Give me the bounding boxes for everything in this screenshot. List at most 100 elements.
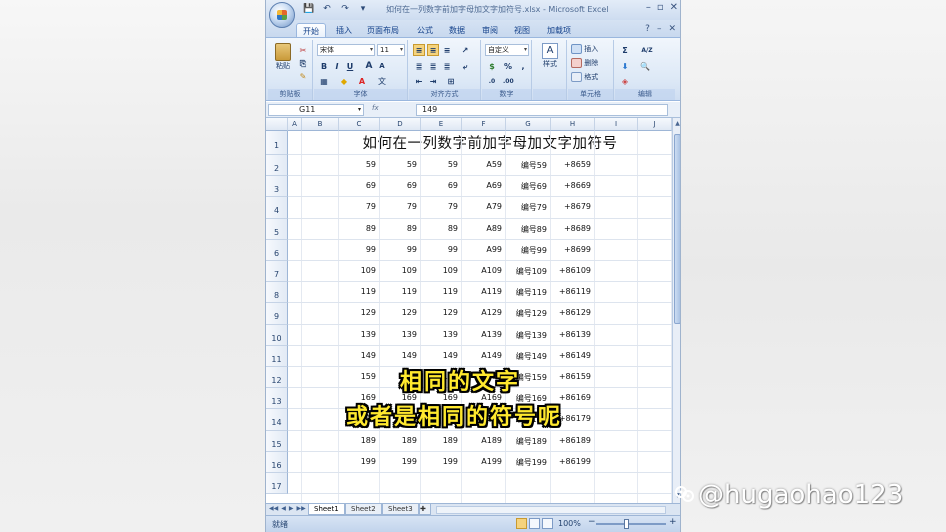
cell-f8[interactable]: A119 <box>462 287 502 296</box>
autosum-icon[interactable]: Σ <box>619 44 631 56</box>
cut-icon[interactable]: ✂ <box>297 44 309 56</box>
row-header-15[interactable]: 15 <box>266 430 288 452</box>
cell-e9[interactable]: 129 <box>421 308 458 317</box>
cell-g9[interactable]: 编号129 <box>506 308 547 319</box>
prev-sheet-icon[interactable]: ◀ <box>281 505 286 512</box>
tab-view[interactable]: 视图 <box>508 23 536 38</box>
comma-style-icon[interactable]: , <box>517 60 529 72</box>
cell-c7[interactable]: 109 <box>339 266 376 275</box>
cell-c3[interactable]: 69 <box>339 181 376 190</box>
grow-font-button[interactable]: A <box>363 60 375 72</box>
cell-h4[interactable]: +8679 <box>551 202 591 211</box>
format-painter-icon[interactable]: ✎ <box>297 70 309 82</box>
insert-cells-button[interactable]: 插入 <box>571 44 598 54</box>
cell-c6[interactable]: 99 <box>339 245 376 254</box>
row-header-2[interactable]: 2 <box>266 155 288 177</box>
cell-d6[interactable]: 99 <box>380 245 417 254</box>
help-icon[interactable]: ? <box>645 24 650 34</box>
cell-c15[interactable]: 189 <box>339 436 376 445</box>
cell-d9[interactable]: 129 <box>380 308 417 317</box>
redo-icon[interactable]: ↷ <box>338 3 352 16</box>
normal-view-icon[interactable] <box>516 518 527 529</box>
sheet-tab-3[interactable]: Sheet3 <box>382 504 419 515</box>
tab-formulas[interactable]: 公式 <box>411 23 439 38</box>
minimize-button[interactable]: – <box>646 2 651 13</box>
cell-h11[interactable]: +86149 <box>551 351 591 360</box>
column-header-f[interactable]: F <box>462 118 506 131</box>
save-icon[interactable]: 💾 <box>302 3 316 16</box>
row-header-3[interactable]: 3 <box>266 176 288 198</box>
cell-c9[interactable]: 129 <box>339 308 376 317</box>
column-header-i[interactable]: I <box>595 118 638 131</box>
row-header-5[interactable]: 5 <box>266 218 288 240</box>
cell-h5[interactable]: +8689 <box>551 224 591 233</box>
cell-d10[interactable]: 139 <box>380 330 417 339</box>
row-header-11[interactable]: 11 <box>266 345 288 367</box>
cell-h8[interactable]: +86119 <box>551 287 591 296</box>
cell-h7[interactable]: +86109 <box>551 266 591 275</box>
shrink-font-button[interactable]: A <box>376 60 388 72</box>
cell-g11[interactable]: 编号149 <box>506 351 547 362</box>
delete-cells-button[interactable]: 删除 <box>571 58 598 68</box>
font-color-icon[interactable]: A <box>356 75 368 87</box>
orientation-icon[interactable]: ↗ <box>459 44 471 56</box>
find-select-icon[interactable]: 🔍 <box>639 60 651 72</box>
cell-h16[interactable]: +86199 <box>551 457 591 466</box>
name-box[interactable]: G11 ▾ <box>268 104 364 116</box>
worksheet-grid[interactable]: 如何在一列数字前加字母加文字加符号 A B C D E F G H I J 1 2 3 4 5 6 7 8 9 10 1… <box>266 118 672 503</box>
row-header-6[interactable]: 6 <box>266 239 288 261</box>
row-header-9[interactable]: 9 <box>266 303 288 325</box>
number-format-select[interactable]: 自定义 ▾ <box>485 44 529 56</box>
page-layout-view-icon[interactable] <box>529 518 540 529</box>
cell-d7[interactable]: 109 <box>380 266 417 275</box>
row-header-7[interactable]: 7 <box>266 261 288 283</box>
cell-e10[interactable]: 139 <box>421 330 458 339</box>
cell-f16[interactable]: A199 <box>462 457 502 466</box>
cell-d8[interactable]: 119 <box>380 287 417 296</box>
insert-sheet-icon[interactable]: ✚ <box>419 504 431 515</box>
tab-review[interactable]: 审阅 <box>476 23 504 38</box>
cell-g3[interactable]: 编号69 <box>506 181 547 192</box>
next-sheet-icon[interactable]: ▶ <box>289 505 294 512</box>
cell-f6[interactable]: A99 <box>462 245 502 254</box>
clear-icon[interactable]: ◈ <box>619 75 631 87</box>
tab-addins[interactable]: 加载项 <box>541 23 577 38</box>
tab-data[interactable]: 数据 <box>443 23 471 38</box>
cell-e4[interactable]: 79 <box>421 202 458 211</box>
formula-input[interactable]: 149 <box>416 104 668 116</box>
row-header-1[interactable]: 1 <box>266 131 288 155</box>
cell-d4[interactable]: 79 <box>380 202 417 211</box>
cell-g7[interactable]: 编号109 <box>506 266 547 277</box>
ribbon-minimize-icon[interactable]: – <box>657 24 662 34</box>
tab-page-layout[interactable]: 页面布局 <box>361 23 405 38</box>
fill-color-icon[interactable]: ◆ <box>338 75 350 87</box>
undo-icon[interactable]: ↶ <box>320 3 334 16</box>
scroll-up-icon[interactable]: ▲ <box>673 120 680 129</box>
zoom-in-icon[interactable]: + <box>669 517 677 527</box>
fill-icon[interactable]: ⬇ <box>619 60 631 72</box>
font-name-select[interactable]: 宋体 ▾ <box>317 44 375 56</box>
select-all-corner[interactable] <box>266 118 288 131</box>
row-header-17[interactable]: 17 <box>266 473 288 495</box>
cell-c8[interactable]: 119 <box>339 287 376 296</box>
column-header-a[interactable]: A <box>288 118 302 131</box>
cell-h2[interactable]: +8659 <box>551 160 591 169</box>
row-header-16[interactable]: 16 <box>266 451 288 473</box>
cell-h15[interactable]: +86189 <box>551 436 591 445</box>
currency-icon[interactable]: $ <box>486 60 498 72</box>
cell-d15[interactable]: 189 <box>380 436 417 445</box>
merge-center-icon[interactable]: ⊞ <box>445 75 457 87</box>
align-bottom-icon[interactable]: ≡ <box>441 44 453 56</box>
font-size-select[interactable]: 11 ▾ <box>377 44 405 56</box>
underline-button[interactable]: U <box>344 60 356 72</box>
align-right-icon[interactable]: ≣ <box>441 60 453 72</box>
align-center-icon[interactable]: ≣ <box>427 60 439 72</box>
cell-g15[interactable]: 编号189 <box>506 436 547 447</box>
cell-g10[interactable]: 编号139 <box>506 330 547 341</box>
cell-e5[interactable]: 89 <box>421 224 458 233</box>
format-cells-button[interactable]: 格式 <box>571 72 598 82</box>
cell-f3[interactable]: A69 <box>462 181 502 190</box>
cell-g2[interactable]: 编号59 <box>506 160 547 171</box>
row-header-12[interactable]: 12 <box>266 367 288 389</box>
wrap-text-icon[interactable]: ⤶ <box>459 60 471 72</box>
